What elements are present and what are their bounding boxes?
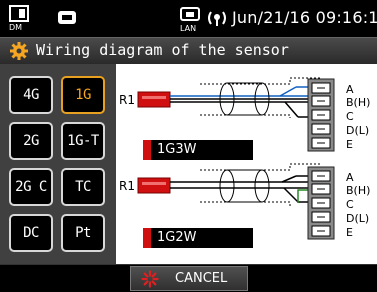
dm-memory-icon: DM <box>9 5 29 31</box>
status-bar: DM LAN Jun/21/16 09:16:12 <box>0 0 377 36</box>
terminal-label-e-bottom: E <box>346 226 353 239</box>
terminal-label-d-top: D(L) <box>346 124 369 137</box>
wires-bottom <box>170 175 308 203</box>
sensor-button-pt[interactable]: Pt <box>61 214 105 252</box>
mode-label-1g2w: 1G2W <box>143 228 253 248</box>
sensor-button-4g[interactable]: 4G <box>9 76 53 114</box>
resistor-bottom <box>137 177 171 194</box>
terminal-label-b-top: B(H) <box>346 96 370 109</box>
cable-shield-top <box>200 77 322 118</box>
resistor-label-top: R1 <box>119 93 135 107</box>
sensor-button-2g[interactable]: 2G <box>9 122 53 160</box>
terminal-label-e-top: E <box>346 138 353 151</box>
wires-top <box>170 86 308 118</box>
sensor-button-2g-c[interactable]: 2G C <box>9 168 53 206</box>
terminal-block-bottom <box>307 166 335 240</box>
lan-icon: LAN <box>180 7 200 32</box>
terminal-block-top <box>307 78 335 152</box>
svg-text:LAN: LAN <box>180 24 196 32</box>
terminal-label-b-bottom: B(H) <box>346 184 370 197</box>
terminal-label-a-bottom: A <box>346 171 354 184</box>
cable-shield-bottom <box>200 163 322 206</box>
mode-label-1g3w: 1G3W <box>143 140 253 160</box>
resistor-label-bottom: R1 <box>119 179 135 193</box>
terminal-label-d-bottom: D(L) <box>346 212 369 225</box>
terminal-label-a-top: A <box>346 83 354 96</box>
terminal-label-c-bottom: C <box>346 198 354 211</box>
terminal-label-c-top: C <box>346 110 354 123</box>
svg-text:DM: DM <box>9 23 22 31</box>
datetime: Jun/21/16 09:16:12 <box>232 8 377 27</box>
sensor-button-dc[interactable]: DC <box>9 214 53 252</box>
cancel-button[interactable]: CANCEL <box>130 266 248 291</box>
page-title: Wiring diagram of the sensor <box>36 41 289 59</box>
sensor-button-1g[interactable]: 1G <box>61 76 105 114</box>
sensor-button-1g-t[interactable]: 1G-T <box>61 122 105 160</box>
sensor-type-panel: 4G 1G 2G 1G-T 2G C TC DC Pt <box>0 64 116 264</box>
cancel-starburst-icon <box>141 270 159 288</box>
sensor-button-tc[interactable]: TC <box>61 168 105 206</box>
settings-gear-icon <box>10 42 28 60</box>
title-bar: Wiring diagram of the sensor <box>0 37 377 64</box>
resistor-top <box>137 91 171 108</box>
usb-icon <box>58 11 76 24</box>
wireless-icon <box>208 11 226 26</box>
cancel-label: CANCEL <box>175 271 228 286</box>
